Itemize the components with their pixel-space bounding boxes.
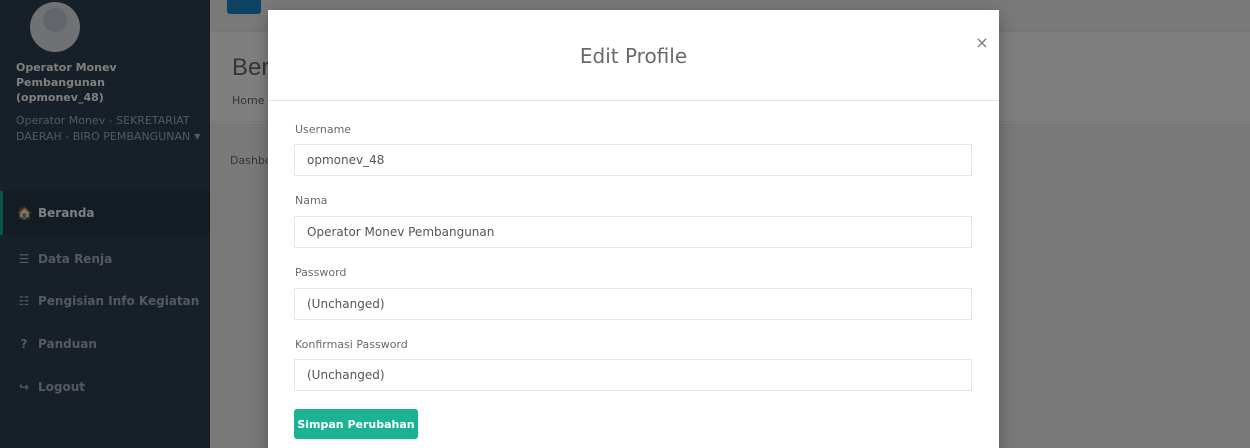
close-icon[interactable]: × <box>974 34 990 52</box>
password-label: Password <box>295 266 347 279</box>
username-label: Username <box>295 123 352 136</box>
modal-title: Edit Profile <box>579 44 688 68</box>
nama-field[interactable] <box>294 216 972 248</box>
password-field[interactable] <box>294 288 972 320</box>
confirm-password-field[interactable] <box>294 359 972 391</box>
nama-label: Nama <box>295 194 328 207</box>
edit-profile-modal: Edit Profile × Username Nama Password Ko… <box>268 10 999 448</box>
modal-header: Edit Profile × <box>268 10 999 101</box>
confirm-password-label: Konfirmasi Password <box>295 338 408 351</box>
username-field[interactable] <box>294 144 972 176</box>
save-changes-button[interactable]: Simpan Perubahan <box>294 409 418 439</box>
